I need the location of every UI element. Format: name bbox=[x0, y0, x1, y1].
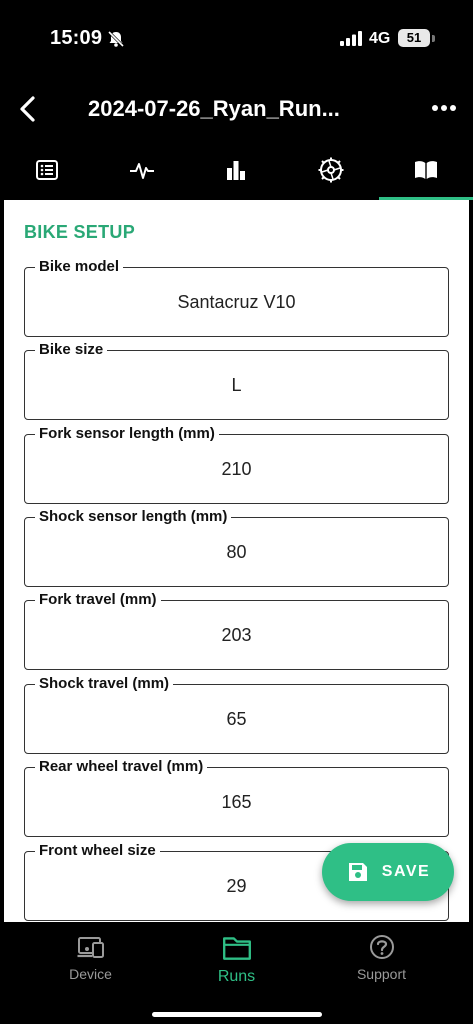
help-circle-icon bbox=[369, 935, 394, 959]
book-icon bbox=[414, 161, 437, 179]
bar-chart-icon bbox=[227, 161, 246, 180]
status-time: 15:09 bbox=[50, 27, 103, 49]
field-value: L bbox=[231, 375, 242, 395]
fork-travel-field[interactable]: Fork travel (mm) 203 bbox=[24, 591, 449, 670]
devices-icon bbox=[77, 937, 104, 958]
list-icon bbox=[36, 160, 59, 180]
field-label: Shock sensor length (mm) bbox=[35, 508, 232, 525]
more-icon[interactable] bbox=[431, 103, 457, 113]
pulse-icon bbox=[129, 163, 154, 179]
save-label: SAVE bbox=[381, 863, 431, 880]
nav-label: Device bbox=[69, 966, 112, 982]
status-bar: 15:09 4G 51 bbox=[0, 0, 473, 78]
tab-details[interactable] bbox=[0, 140, 95, 200]
nav-runs[interactable]: Runs bbox=[158, 932, 315, 1002]
field-value: 203 bbox=[221, 625, 252, 645]
field-label: Fork sensor length (mm) bbox=[35, 425, 219, 442]
page-title: 2024-07-26_Ryan_Run... bbox=[88, 96, 340, 121]
signal-icon bbox=[340, 31, 362, 46]
network-label: 4G bbox=[369, 30, 391, 47]
home-indicator bbox=[152, 1012, 322, 1017]
back-arrow-icon[interactable] bbox=[16, 95, 40, 123]
nav-device[interactable]: Device bbox=[12, 932, 169, 1002]
field-label: Bike size bbox=[35, 341, 108, 358]
bottom-nav: Device Runs Support bbox=[0, 922, 473, 1024]
tab-bar bbox=[0, 140, 473, 200]
rear-wheel-travel-field[interactable]: Rear wheel travel (mm) 165 bbox=[24, 758, 449, 837]
app-header: 2024-07-26_Ryan_Run... bbox=[0, 78, 473, 140]
floppy-disk-icon bbox=[348, 863, 367, 881]
shock-sensor-length-field[interactable]: Shock sensor length (mm) 80 bbox=[24, 508, 449, 587]
section-title: BIKE SETUP bbox=[24, 222, 136, 242]
shock-travel-field[interactable]: Shock travel (mm) 65 bbox=[24, 675, 449, 754]
nav-support[interactable]: Support bbox=[303, 932, 460, 1002]
field-label: Front wheel size bbox=[35, 842, 160, 859]
bike-setup-panel: BIKE SETUP Bike model Santacruz V10 Bike… bbox=[4, 200, 469, 922]
field-label: Shock travel (mm) bbox=[35, 675, 174, 692]
cog-icon bbox=[318, 157, 344, 183]
field-value: 65 bbox=[226, 709, 247, 729]
nav-label: Support bbox=[356, 966, 407, 982]
battery-tip bbox=[432, 35, 435, 42]
field-label: Fork travel (mm) bbox=[35, 591, 161, 608]
tab-pulse[interactable] bbox=[95, 140, 190, 200]
field-label: Rear wheel travel (mm) bbox=[35, 758, 208, 775]
bike-model-field[interactable]: Bike model Santacruz V10 bbox=[24, 258, 449, 337]
tab-setup[interactable] bbox=[284, 140, 379, 200]
bell-slash-icon bbox=[107, 30, 125, 48]
field-label: Bike model bbox=[35, 258, 124, 275]
fork-sensor-length-field[interactable]: Fork sensor length (mm) 210 bbox=[24, 425, 449, 504]
field-value: 165 bbox=[221, 792, 252, 812]
tab-book[interactable] bbox=[378, 140, 473, 200]
battery-indicator: 51 bbox=[398, 29, 430, 47]
nav-label: Runs bbox=[217, 968, 256, 985]
tab-stats[interactable] bbox=[189, 140, 284, 200]
field-value: 210 bbox=[221, 459, 252, 479]
folder-icon bbox=[222, 937, 251, 960]
field-value: 80 bbox=[226, 542, 247, 562]
save-button[interactable]: SAVE bbox=[322, 843, 454, 901]
field-value: Santacruz V10 bbox=[177, 292, 296, 312]
bike-size-field[interactable]: Bike size L bbox=[24, 341, 449, 420]
